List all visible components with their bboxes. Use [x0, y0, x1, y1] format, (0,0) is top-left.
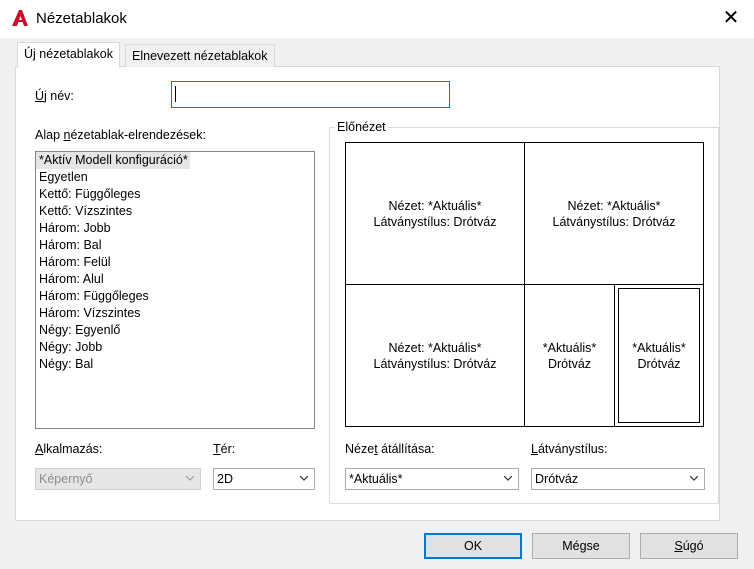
text-caret [175, 86, 176, 102]
visual-style-select[interactable]: Drótváz [531, 468, 705, 490]
chevron-down-icon [690, 476, 698, 481]
space-value: 2D [217, 472, 233, 486]
view-change-select[interactable]: *Aktuális* [345, 468, 519, 490]
list-item-label: Három: Vízszintes [39, 306, 141, 320]
tab-label: Új nézetablakok [24, 47, 113, 61]
viewport-style-text: Drótváz [547, 356, 592, 371]
list-item[interactable]: Három: Felül [36, 254, 314, 271]
viewport-preview-active[interactable]: *Aktuális* Drótváz [614, 284, 704, 427]
list-item-label: Három: Függőleges [39, 289, 149, 303]
layouts-label: Alap nézetablak-elrendezések: [35, 128, 206, 142]
list-item-label: Négy: Jobb [39, 340, 103, 354]
autocad-app-icon [12, 10, 28, 26]
title-bar: Nézetablakok ✕ [0, 0, 754, 38]
viewport-view-text: *Aktuális* [632, 340, 686, 355]
list-item-label: Egyetlen [39, 170, 88, 184]
view-change-label: Nézet átállítása: [345, 442, 435, 456]
ok-button[interactable]: OK [424, 533, 522, 559]
viewport-preview[interactable]: *Aktuális* Drótváz [524, 284, 615, 427]
cancel-label: Mégse [562, 539, 600, 553]
apply-select[interactable]: Képernyő [35, 468, 201, 490]
list-item[interactable]: Négy: Egyenlő [36, 322, 314, 339]
new-name-input[interactable] [171, 81, 450, 108]
ok-label: OK [463, 539, 483, 553]
viewport-view-text: Nézet: *Aktuális* [388, 340, 482, 355]
list-item-label: Három: Alul [39, 272, 104, 286]
viewport-style-text: Látványstílus: Drótváz [373, 214, 497, 229]
new-name-label: Új név: [35, 89, 74, 103]
layouts-listbox[interactable]: *Aktív Modell konfiguráció* Egyetlen Kettő… [35, 151, 315, 429]
list-item-label: Kettő: Függőleges [39, 187, 141, 201]
tab-label: Elnevezett nézetablakok [132, 49, 268, 63]
view-change-value: *Aktuális* [349, 472, 403, 486]
list-item[interactable]: Egyetlen [36, 169, 314, 186]
preview-area: Nézet: *Aktuális* Látványstílus: Drótváz… [345, 142, 704, 427]
cancel-button[interactable]: Mégse [532, 533, 630, 559]
help-button[interactable]: Súgó [640, 533, 738, 559]
list-item-label: *Aktív Modell konfiguráció* [36, 152, 190, 169]
list-item[interactable]: *Aktív Modell konfiguráció* [36, 152, 314, 169]
space-select[interactable]: 2D [213, 468, 315, 490]
viewport-preview[interactable]: Nézet: *Aktuális* Látványstílus: Drótváz [524, 142, 704, 285]
preview-label: Előnézet [335, 120, 388, 134]
window-title: Nézetablakok [36, 10, 127, 27]
viewport-style-text: Látványstílus: Drótváz [373, 356, 497, 371]
list-item-label: Három: Felül [39, 255, 111, 269]
visual-style-label: Látványstílus: [531, 442, 608, 456]
list-item[interactable]: Négy: Jobb [36, 339, 314, 356]
list-item[interactable]: Három: Függőleges [36, 288, 314, 305]
tab-named-viewports[interactable]: Elnevezett nézetablakok [125, 44, 275, 67]
help-label: Súgó [674, 539, 704, 553]
list-item[interactable]: Három: Bal [36, 237, 314, 254]
list-item-label: Három: Jobb [39, 221, 111, 235]
close-icon[interactable]: ✕ [720, 7, 742, 29]
viewport-style-text: Drótváz [637, 356, 681, 371]
viewport-style-text: Látványstílus: Drótváz [552, 214, 676, 229]
list-item[interactable]: Kettő: Függőleges [36, 186, 314, 203]
list-item-label: Négy: Egyenlő [39, 323, 121, 337]
list-item[interactable]: Kettő: Vízszintes [36, 203, 314, 220]
apply-label: Alkalmazás: [35, 442, 103, 456]
viewport-view-text: Nézet: *Aktuális* [388, 198, 482, 213]
chevron-down-icon [504, 476, 512, 481]
visual-style-value: Drótváz [535, 472, 579, 486]
tab-new-viewports[interactable]: Új nézetablakok [17, 42, 120, 68]
viewport-preview[interactable]: Nézet: *Aktuális* Látványstílus: Drótváz [345, 142, 525, 285]
apply-value: Képernyő [39, 472, 93, 486]
list-item[interactable]: Három: Alul [36, 271, 314, 288]
chevron-down-icon [186, 476, 194, 481]
viewport-preview[interactable]: Nézet: *Aktuális* Látványstílus: Drótváz [345, 284, 525, 427]
list-item[interactable]: Három: Jobb [36, 220, 314, 237]
list-item[interactable]: Négy: Bal [36, 356, 314, 373]
space-label: Tér: [213, 442, 236, 456]
viewport-view-text: *Aktuális* [542, 340, 597, 355]
list-item-label: Négy: Bal [39, 357, 94, 371]
list-item-label: Kettő: Vízszintes [39, 204, 133, 218]
list-item-label: Három: Bal [39, 238, 102, 252]
viewport-view-text: Nézet: *Aktuális* [567, 198, 661, 213]
chevron-down-icon [300, 476, 308, 481]
list-item[interactable]: Három: Vízszintes [36, 305, 314, 322]
